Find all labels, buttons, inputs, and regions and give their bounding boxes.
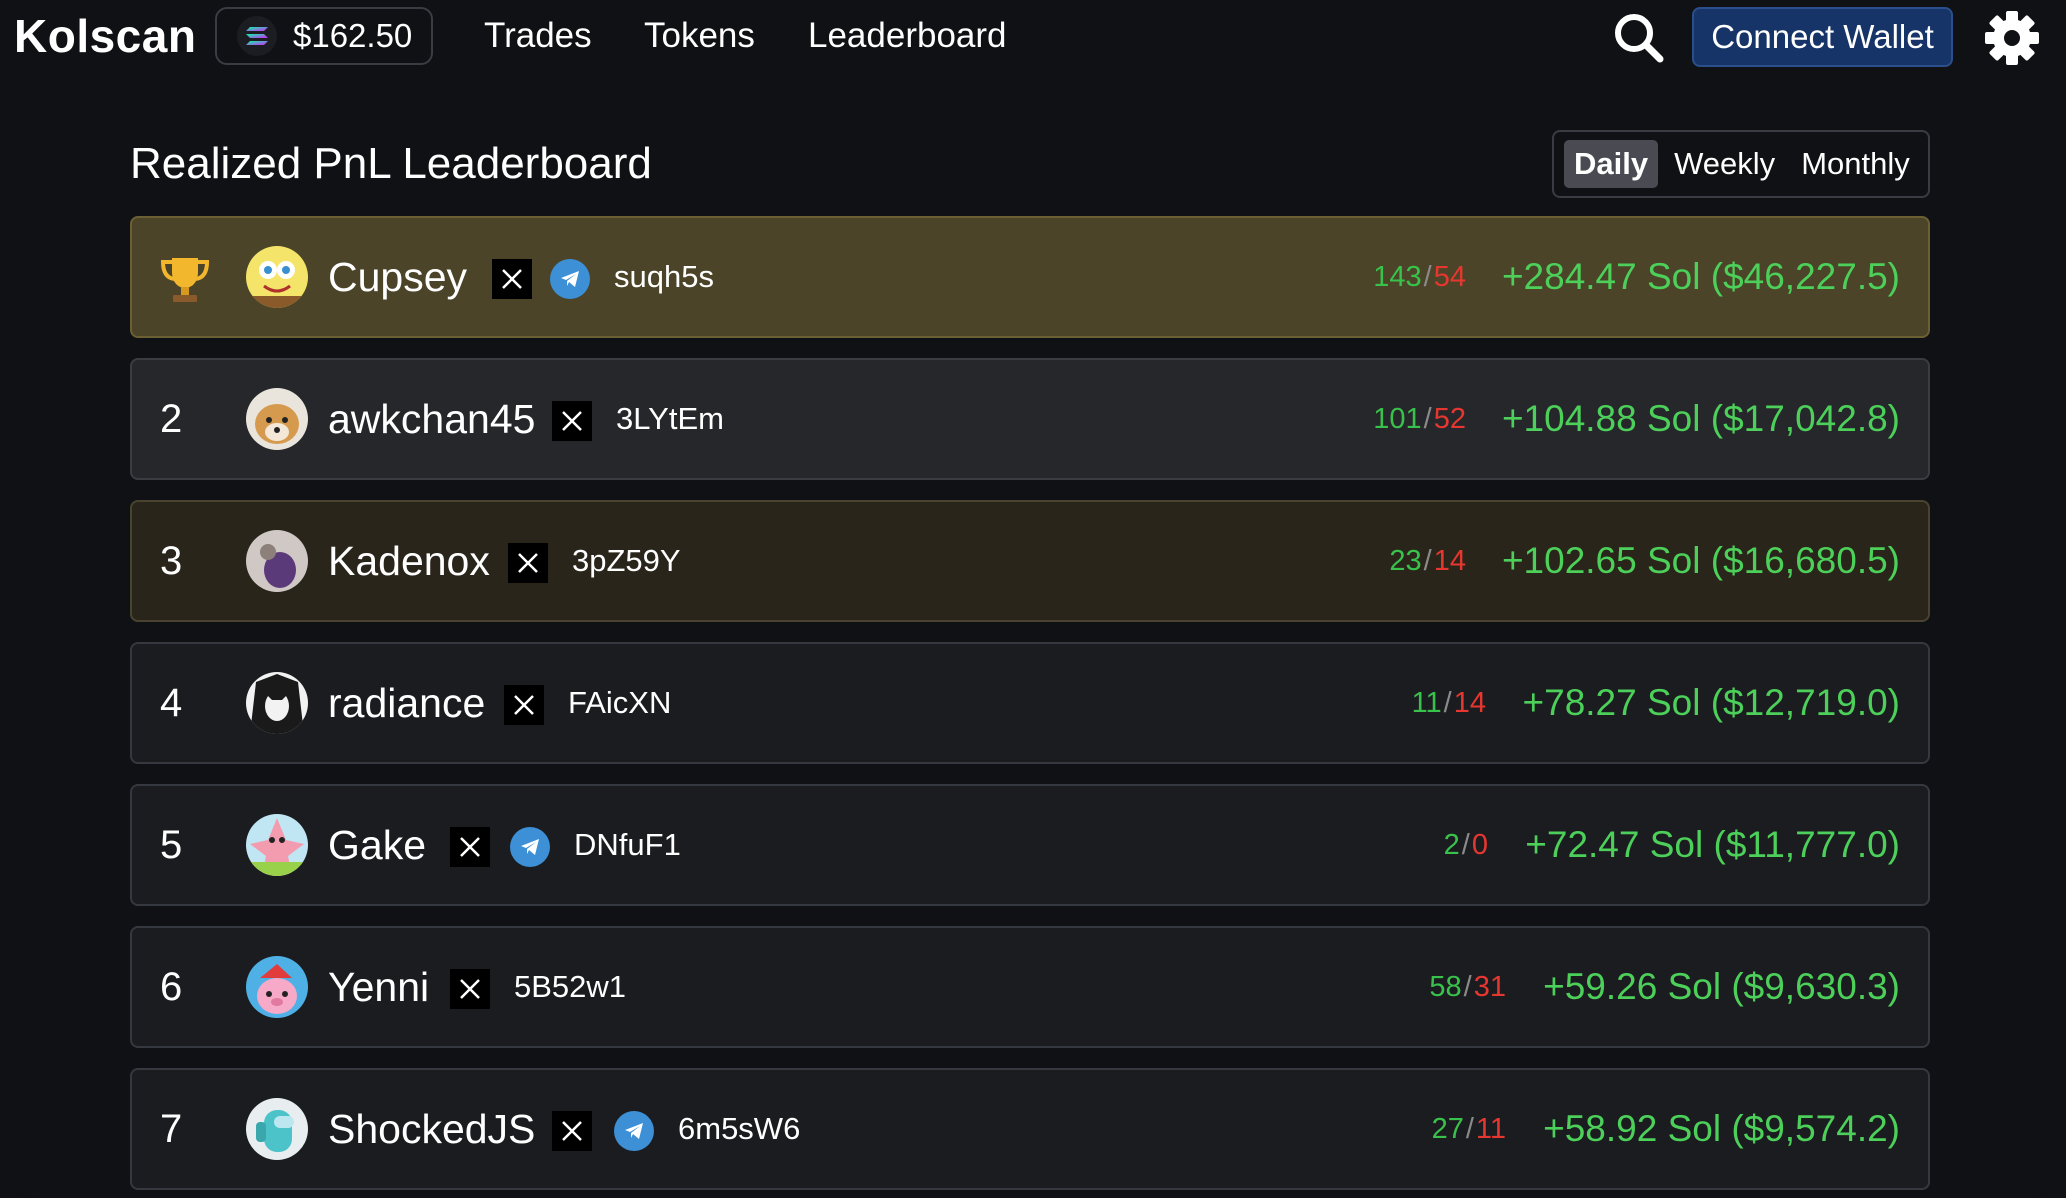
rank-number: 7 — [160, 1107, 183, 1151]
pnl-value: +78.27 Sol ($12,719.0) — [1522, 682, 1900, 723]
trader-name[interactable]: ShockedJS — [328, 1070, 535, 1188]
patrick-star-avatar — [246, 814, 308, 876]
pnl-value: +284.47 Sol ($46,227.5) — [1501, 256, 1900, 297]
win-loss: 58/31 — [1429, 971, 1506, 1003]
win-loss: 143/54 — [1373, 261, 1466, 293]
logo[interactable]: Kolscan — [14, 6, 196, 66]
connect-wallet-button[interactable]: Connect Wallet — [1692, 7, 1953, 67]
period-monthly[interactable]: Monthly — [1791, 140, 1920, 188]
wallet-address[interactable]: 5B52w1 — [514, 928, 626, 1046]
pnl-value: +58.92 Sol ($9,574.2) — [1543, 1108, 1900, 1149]
solana-icon — [237, 16, 277, 56]
pink-bear-avatar — [246, 956, 308, 1018]
period-weekly[interactable]: Weekly — [1664, 140, 1785, 188]
sol-price-badge: $162.50 — [215, 7, 433, 65]
leaderboard-row[interactable]: 4 radiance FAicXN 11/14 +78.27 Sol ($12,… — [130, 642, 1930, 764]
wallet-address[interactable]: FAicXN — [568, 644, 671, 762]
wins-count: 27 — [1431, 1113, 1464, 1145]
nav-trades[interactable]: Trades — [484, 14, 592, 58]
losses-count: 11 — [1475, 1113, 1506, 1145]
wallet-address[interactable]: DNfuF1 — [574, 786, 681, 904]
trader-name[interactable]: Cupsey — [328, 218, 467, 336]
losses-count: 52 — [1433, 403, 1466, 435]
telegram-icon[interactable] — [510, 827, 550, 867]
losses-count: 54 — [1433, 261, 1466, 293]
trader-name[interactable]: Gake — [328, 786, 426, 904]
page-title: Realized PnL Leaderboard — [130, 139, 652, 188]
leaderboard-row[interactable]: 7 ShockedJS 6m5sW6 27/11 +58.92 Sol ($9,… — [130, 1068, 1930, 1190]
losses-count: 14 — [1433, 545, 1466, 577]
shiba-dog-avatar — [246, 388, 308, 450]
x-icon[interactable] — [492, 259, 532, 299]
top-nav: Kolscan $162.50 Trades Tokens Leaderboar… — [0, 0, 2066, 74]
rank-number: 3 — [160, 539, 183, 583]
win-loss: 27/11 — [1431, 1113, 1506, 1145]
pnl-value: +72.47 Sol ($11,777.0) — [1525, 824, 1900, 865]
wallet-address[interactable]: 6m5sW6 — [678, 1070, 800, 1188]
period-daily[interactable]: Daily — [1564, 140, 1659, 188]
period-toggle: Daily Weekly Monthly — [1552, 130, 1930, 198]
leaderboard-row[interactable]: 6 Yenni 5B52w1 58/31 +59.26 Sol ($9,630.… — [130, 926, 1930, 1048]
leaderboard-row[interactable]: Cupsey suqh5s 143/54 +284.47 Sol ($46,22… — [130, 216, 1930, 338]
x-icon[interactable] — [450, 827, 490, 867]
win-loss: 2/0 — [1443, 829, 1488, 861]
wins-count: 23 — [1389, 545, 1422, 577]
purple-character-avatar — [246, 530, 308, 592]
rank-number: 4 — [160, 681, 183, 725]
x-icon[interactable] — [552, 401, 592, 441]
among-us-avatar — [246, 1098, 308, 1160]
spongebob-avatar — [246, 246, 308, 308]
leaderboard-row[interactable]: 5 Gake DNfuF1 2/0 +72.47 Sol ($11,777.0) — [130, 784, 1930, 906]
sol-price: $162.50 — [293, 17, 413, 54]
trader-name[interactable]: radiance — [328, 644, 485, 762]
wallet-address[interactable]: suqh5s — [614, 218, 714, 336]
losses-count: 14 — [1453, 687, 1486, 719]
trader-name[interactable]: Kadenox — [328, 502, 490, 620]
nav-tokens[interactable]: Tokens — [644, 14, 755, 58]
telegram-icon[interactable] — [614, 1111, 654, 1151]
trader-name[interactable]: awkchan45 — [328, 360, 535, 478]
telegram-icon[interactable] — [550, 259, 590, 299]
win-loss: 11/14 — [1411, 687, 1486, 719]
rank-number: 5 — [160, 823, 183, 867]
search-icon[interactable] — [1612, 11, 1664, 63]
anime-bw-avatar — [246, 672, 308, 734]
x-icon[interactable] — [508, 543, 548, 583]
rank-number: 2 — [160, 397, 183, 441]
pnl-value: +59.26 Sol ($9,630.3) — [1543, 966, 1900, 1007]
pnl-value: +104.88 Sol ($17,042.8) — [1501, 398, 1900, 439]
x-icon[interactable] — [552, 1111, 592, 1151]
losses-count: 0 — [1471, 829, 1488, 861]
trader-name[interactable]: Yenni — [328, 928, 429, 1046]
wins-count: 11 — [1411, 687, 1442, 719]
trophy-icon — [158, 252, 212, 306]
app-window: Kolscan $162.50 Trades Tokens Leaderboar… — [0, 0, 2066, 1198]
wins-count: 143 — [1373, 261, 1422, 293]
wallet-address[interactable]: 3LYtEm — [616, 360, 724, 478]
leaderboard-row[interactable]: 2 awkchan45 3LYtEm 101/52 +104.88 Sol ($… — [130, 358, 1930, 480]
wallet-address[interactable]: 3pZ59Y — [572, 502, 681, 620]
pnl-value: +102.65 Sol ($16,680.5) — [1501, 540, 1900, 581]
wins-count: 2 — [1443, 829, 1460, 861]
nav-leaderboard[interactable]: Leaderboard — [808, 14, 1007, 58]
win-loss: 101/52 — [1373, 403, 1466, 435]
rank-number: 6 — [160, 965, 183, 1009]
x-icon[interactable] — [450, 969, 490, 1009]
gear-icon[interactable] — [1984, 10, 2040, 66]
x-icon[interactable] — [504, 685, 544, 725]
losses-count: 31 — [1473, 971, 1506, 1003]
wins-count: 101 — [1373, 403, 1422, 435]
leaderboard-row[interactable]: 3 Kadenox 3pZ59Y 23/14 +102.65 Sol ($16,… — [130, 500, 1930, 622]
wins-count: 58 — [1429, 971, 1462, 1003]
win-loss: 23/14 — [1389, 545, 1466, 577]
